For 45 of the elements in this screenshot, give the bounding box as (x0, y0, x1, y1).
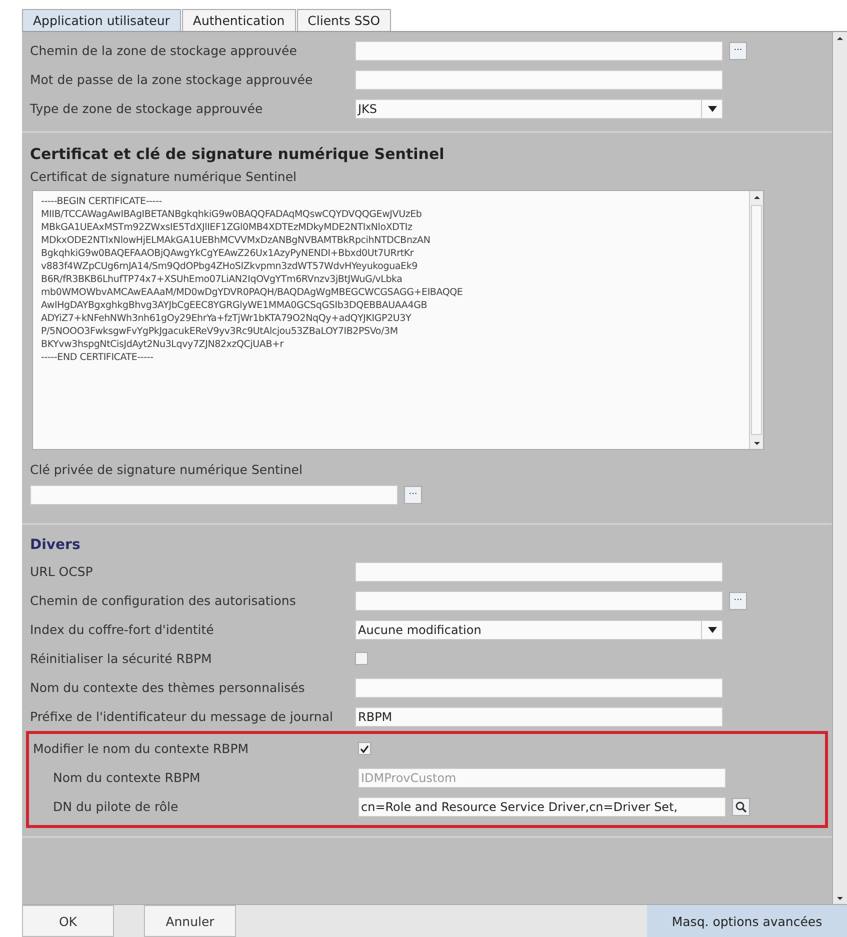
input-field[interactable]: cn=Role and Resource Service Driver,cn=Driver Set, (358, 796, 726, 816)
tab[interactable]: Authentication (182, 9, 296, 31)
field-label: Modifier le nom du contexte RBPM (33, 741, 250, 756)
browse-button[interactable]: ... (404, 486, 422, 504)
browse-button[interactable]: ... (729, 592, 747, 610)
caret-icon (708, 106, 716, 112)
input-field[interactable] (30, 485, 398, 505)
search-button[interactable] (732, 798, 750, 816)
section-title: Certificat et clé de signature numérique Sentinel (30, 144, 446, 165)
tab[interactable]: Application utilisateur (22, 9, 181, 31)
field-label: Réinitialiser la sécurité RBPM (30, 651, 213, 666)
browse-button[interactable]: ... (729, 42, 747, 60)
field-label: Chemin de la zone de stockage approuvée (30, 43, 298, 58)
field-label: URL OCSP (30, 564, 94, 579)
field-label: Type de zone de stockage approuvée (30, 101, 264, 116)
search-icon (735, 800, 747, 812)
field-label: Chemin de configuration des autorisations (30, 593, 297, 608)
field-label: Index du coffre-fort d'identité (30, 622, 215, 637)
caret-icon (708, 626, 716, 632)
field-label: Clé privée de signature numérique Sentinel (30, 461, 304, 479)
section-title: Divers (30, 536, 82, 555)
dropdown[interactable]: JKS (355, 98, 723, 118)
checkbox[interactable] (355, 652, 368, 665)
checkbox[interactable] (358, 742, 371, 755)
field-label: Mot de passe de la zone stockage approuvée (30, 72, 314, 87)
advanced-options-button[interactable]: Masq. options avancées (647, 905, 847, 937)
field-label: DN du pilote de rôle (52, 799, 180, 814)
input-field[interactable] (355, 678, 723, 698)
input-field[interactable] (355, 590, 723, 610)
scrollbar[interactable] (749, 191, 763, 449)
button[interactable]: OK (22, 905, 114, 937)
tab[interactable]: Clients SSO (296, 9, 392, 31)
dropdown[interactable]: Aucune modification (355, 620, 723, 640)
checkmark-icon (360, 744, 369, 752)
input-field[interactable] (355, 70, 723, 90)
input-field[interactable] (355, 562, 723, 582)
field-label: Nom du contexte RBPM (52, 770, 202, 785)
field-label: Préfixe de l'identificateur du message de journal (30, 709, 334, 724)
button[interactable]: Annuler (144, 905, 236, 937)
input-field[interactable]: RBPM (355, 706, 723, 726)
scrollbar[interactable] (832, 32, 847, 904)
field-label: Certificat de signature numérique Sentinel (30, 168, 298, 186)
input-field[interactable] (355, 40, 723, 60)
certificate-field[interactable]: -----BEGIN CERTIFICATE----- MIIB/TCCAWagAwIBAgIBETANBgkqhkiG9w0BAQQFADAqMQswCQYDVQQGEwJVUzEb MBkGA1UEAxMSTm92ZWxsIE5TdXJlIEF1ZGl0MB4XDTEzMDkyMDE2NTIxNloXDTIz MDkxODE2NTIxNlowHjELMAkGA1UEBhMCVVMxDzANBgNVBAMTBkRpcihNTDCBnzAN BgkqhkiG9w0BAQEFAAOBjQAwgYkCgYEAwZ26Ux1AzyPyNENDI+Bbxd0Ut7URrtKr v883f4WZpCUg6rnJA14/Sm9QdOPbg4ZHoSIZkvpmn3zdWT57WdvHYeyukoguaEk9 B6R/fR3BKB6LhufTP74x7+XSUhEmo07LiAN2IqOVgYTm6RVnzv3jBtJWuG/vLbka mb0WMOWbvAMCAwEAAaM/MD0wDgYDVR0PAQH/BAQDAgWgMBEGCWCGSAGG+EIBAQQE AwIHgDAYBgxghkgBhvg3AYJbCgEEC8YGRGlyWE1MMA0GCSqGSIb3DQEBBAUAA4GB ADYiZ7+kNFehNWh3nh61gOy29EhrYa+fzTjWr1bKTA79O2NqQy+adQYJKIGP2U3Y P/5NOOO3FwksgwFvYgPkJgacukEReV9yv3Rc9UtAlcjou53ZBaLOY7IB2PSVo/3M BKYvw3hspgNtCisJdAyt2Nu3Lqvy7ZJN82xzQCjUAB+r -----END CERTIFICATE----- (32, 190, 764, 450)
field-label: Nom du contexte des thèmes personnalisés (30, 680, 306, 695)
